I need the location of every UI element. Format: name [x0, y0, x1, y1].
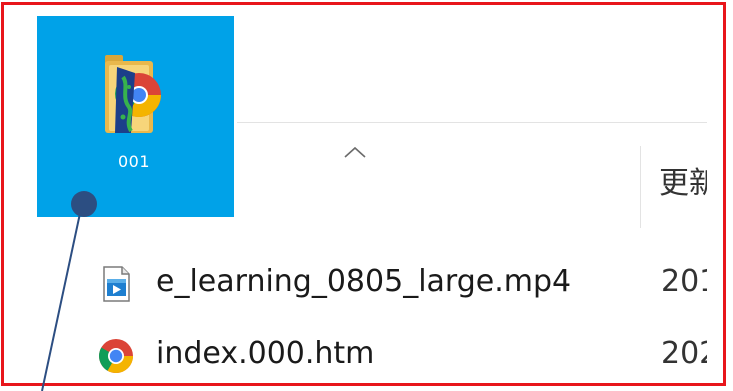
video-file-icon	[103, 266, 130, 302]
file-date: 2019	[661, 264, 707, 299]
column-separator[interactable]	[640, 146, 641, 228]
folder-label: 001	[117, 152, 151, 171]
file-row[interactable]: e_learning_0805_large.mp4 2019	[96, 262, 708, 302]
file-name[interactable]: index.000.htm	[156, 334, 374, 374]
date-column-header[interactable]: 更新	[659, 164, 707, 204]
folder-icon[interactable]	[103, 47, 165, 137]
file-row[interactable]: index.000.htm 2020	[96, 334, 708, 374]
callout-dot	[71, 191, 97, 217]
file-date: 2020	[661, 336, 707, 371]
chevron-up-icon[interactable]	[342, 145, 368, 159]
chrome-icon	[99, 339, 133, 373]
header-divider	[237, 122, 707, 123]
file-name[interactable]: e_learning_0805_large.mp4	[156, 262, 571, 302]
